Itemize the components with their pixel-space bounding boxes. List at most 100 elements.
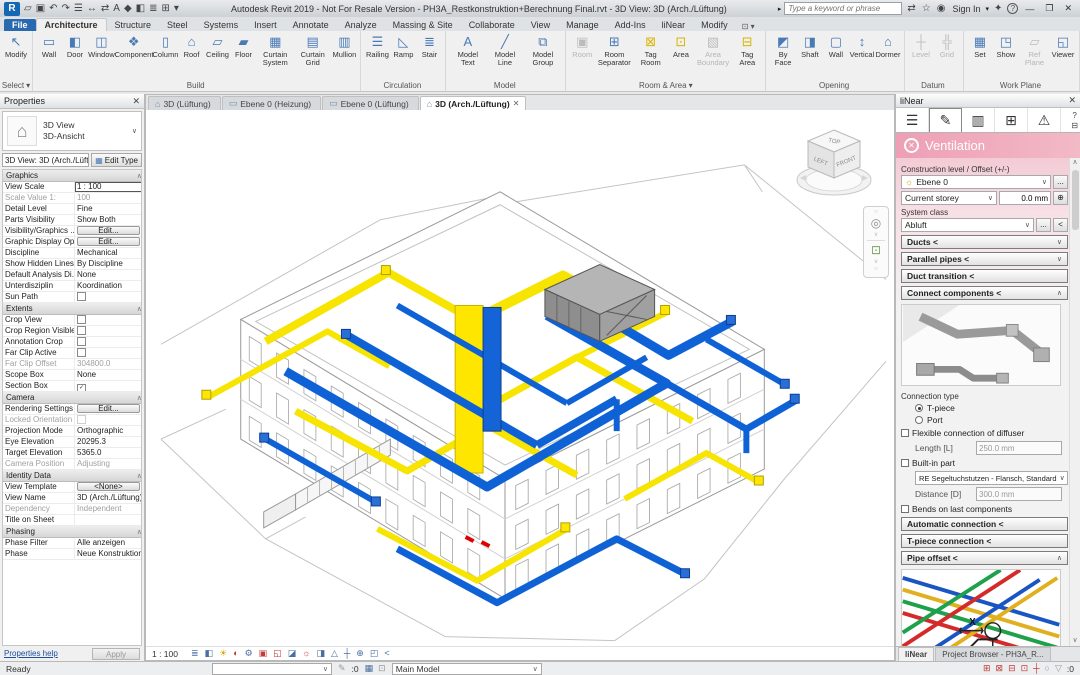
property-value[interactable] — [75, 337, 142, 347]
builtin-part-select[interactable]: RE Segeltuchstutzen - Flansch, Standard … — [915, 471, 1068, 485]
builtin-part-checkbox[interactable] — [901, 459, 909, 467]
ribbon-button[interactable]: ▦ Set — [967, 33, 993, 59]
view-scale-control[interactable]: 1 : 100 — [152, 649, 178, 659]
qat-icon[interactable]: ⊞ — [161, 2, 171, 16]
ribbon-tab[interactable]: Massing & Site — [385, 19, 461, 31]
view-control-icon[interactable]: ◰ — [370, 648, 379, 659]
property-value[interactable] — [75, 415, 142, 425]
offset-target-button[interactable]: ⊕ — [1053, 191, 1068, 205]
view-control-icon[interactable]: ⊕ — [356, 648, 364, 659]
status-icon[interactable]: ○ — [1045, 663, 1050, 674]
view-cube[interactable]: TOP LEFT FRONT — [794, 122, 874, 206]
distance-input[interactable] — [976, 487, 1062, 501]
properties-close-icon[interactable]: ✕ — [132, 96, 140, 107]
status-icon[interactable]: ┼ — [1033, 663, 1039, 674]
system-more-button[interactable]: ... — [1036, 218, 1051, 232]
property-value[interactable]: Edit... — [77, 226, 140, 235]
section-header-identity[interactable]: Identity Data∧ — [3, 470, 142, 482]
ribbon-button[interactable]: ◳ Show — [993, 33, 1019, 59]
view-control-icon[interactable]: ☼ — [302, 648, 310, 659]
ribbon-button[interactable]: ▢ Wall — [823, 33, 849, 59]
view-tab[interactable]: ⌂ 3D (Arch./Lüftung) ✕ — [420, 96, 527, 110]
ribbon-button[interactable]: ⊡ Area — [668, 33, 694, 59]
ribbon-button[interactable]: ▦ Curtain System — [257, 33, 294, 67]
view-control-icon[interactable]: ▣ — [259, 648, 268, 659]
property-value[interactable]: Adjusting — [75, 459, 142, 469]
ribbon-button[interactable]: ⌂ Dormer — [875, 33, 901, 59]
property-value[interactable]: Edit... — [77, 237, 140, 246]
property-value[interactable]: 100 — [75, 193, 142, 203]
ribbon-button[interactable]: ▰ Floor — [231, 33, 257, 59]
qat-icon[interactable]: ▱ — [23, 2, 33, 16]
model-canvas[interactable]: TOP LEFT FRONT ○ ◎ ∨ ⊡ ∨ ○ — [146, 110, 894, 646]
property-value[interactable]: Show Both — [75, 215, 142, 225]
property-value[interactable]: Fine — [75, 204, 142, 214]
qat-icon[interactable]: ⇄ — [100, 2, 110, 16]
search-arrow-icon[interactable]: ▸ — [778, 5, 782, 13]
ribbon-button[interactable]: ⌂ Roof — [179, 33, 205, 59]
property-value[interactable] — [75, 292, 142, 302]
property-value[interactable] — [75, 515, 142, 525]
level-more-button[interactable]: ... — [1053, 175, 1068, 189]
close-button[interactable]: ✕ — [1060, 3, 1076, 14]
minimize-button[interactable]: — — [1021, 4, 1038, 14]
view-control-icon[interactable]: ◐ — [233, 648, 238, 659]
linear-close-icon[interactable]: ✕ — [1068, 95, 1076, 106]
linear-header[interactable]: liNear ✕ — [896, 94, 1080, 108]
view-tab[interactable]: ▭ Ebene 0 (Lüftung) — [322, 96, 419, 110]
bends-checkbox[interactable] — [901, 505, 909, 513]
3d-model-view[interactable] — [146, 110, 894, 646]
system-class-select[interactable]: Abluft ∨ — [901, 218, 1034, 232]
property-value[interactable]: 3D (Arch./Lüftung) — [75, 493, 142, 503]
view-control-icon[interactable]: ⚙ — [245, 648, 253, 659]
property-value[interactable]: Orthographic — [75, 426, 142, 436]
design-options-select[interactable]: ∨ — [212, 663, 332, 675]
qat-icon[interactable]: ↔ — [86, 2, 98, 16]
linear-tab[interactable]: ⚠ — [1028, 108, 1061, 132]
property-value[interactable]: Edit... — [77, 404, 140, 413]
ribbon-tab[interactable]: Manage — [558, 19, 607, 31]
property-value[interactable] — [75, 381, 142, 391]
section-header-camera[interactable]: Camera∧ — [3, 392, 142, 404]
apply-button[interactable]: Apply — [92, 648, 140, 660]
edit-type-button[interactable]: ▦ Edit Type — [91, 153, 142, 167]
ribbon-button[interactable]: ╱ Model Line — [486, 33, 523, 67]
property-value[interactable]: None — [75, 270, 142, 280]
ribbon-tab[interactable]: Add-Ins — [607, 19, 654, 31]
property-value[interactable]: Independent — [75, 504, 142, 514]
ribbon-tab[interactable]: Steel — [159, 19, 196, 31]
property-value[interactable] — [75, 315, 142, 325]
ribbon-button[interactable]: ❖ Component — [115, 33, 152, 59]
ribbon-button[interactable]: ╬ Grid — [934, 33, 960, 59]
section-header-extents[interactable]: Extents∧ — [3, 303, 142, 315]
properties-help-link[interactable]: Properties help — [4, 649, 58, 658]
linear-tab[interactable]: ☰ — [896, 108, 929, 132]
length-input[interactable] — [976, 441, 1062, 455]
section-bar[interactable]: Pipe offset <∧ — [901, 551, 1068, 565]
qat-icon[interactable]: ≣ — [148, 2, 158, 16]
help-icon[interactable]: ? — [1007, 3, 1018, 14]
view-control-icon[interactable]: ◪ — [288, 648, 297, 659]
linear-help-icon[interactable]: ? — [1072, 111, 1076, 120]
view-control-icon[interactable]: < — [384, 648, 389, 659]
property-value[interactable]: Alle anzeigen — [75, 538, 142, 548]
instance-selector[interactable]: 3D View: 3D (Arch./Lüftung ∨ — [2, 153, 89, 167]
section-bar[interactable]: T-piece connection < — [901, 534, 1068, 548]
section-bar[interactable]: Ducts <∨ — [901, 235, 1068, 249]
ribbon-button[interactable]: ↖ Modify — [3, 33, 29, 59]
system-back-button[interactable]: < — [1053, 218, 1068, 232]
ribbon-button[interactable]: A Model Text — [449, 33, 486, 67]
tab-close-icon[interactable]: ✕ — [513, 99, 520, 108]
section-bar[interactable]: Connect components <∧ — [901, 286, 1068, 300]
restore-button[interactable]: ❐ — [1041, 3, 1057, 14]
status-icon[interactable]: ⊡ — [1021, 663, 1029, 674]
ribbon-button[interactable]: ▥ Mullion — [331, 33, 357, 59]
ribbon-button[interactable]: ◨ Shaft — [797, 33, 823, 59]
qat-icon[interactable]: ↷ — [61, 2, 71, 16]
tpiece-radio-row[interactable]: T-piece — [915, 403, 1068, 413]
ribbon-button[interactable]: ☰ Railing — [364, 33, 390, 59]
flexible-connection-row[interactable]: Flexible connection of diffuser — [901, 428, 1068, 438]
ribbon-tab[interactable]: Structure — [107, 19, 160, 31]
qat-icon[interactable]: ▾ — [173, 2, 180, 16]
property-value[interactable] — [75, 348, 142, 358]
